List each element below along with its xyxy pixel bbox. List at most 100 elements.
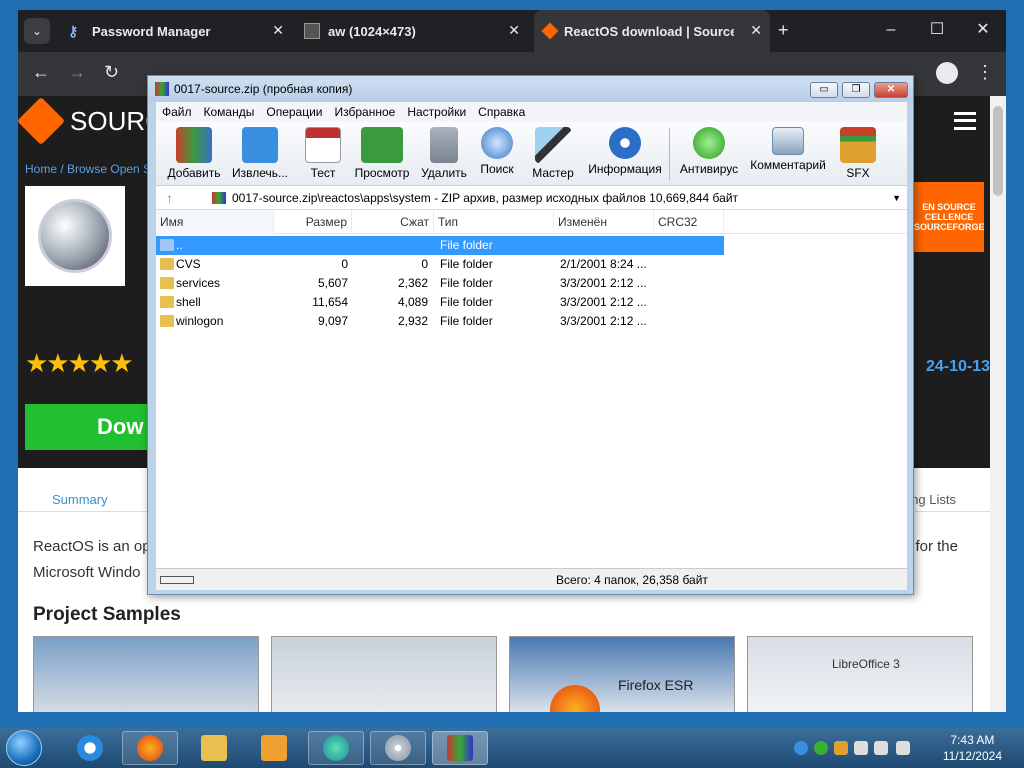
close-icon[interactable]: ✕ [508, 22, 520, 39]
tab-mailing-lists[interactable]: ng Lists [911, 492, 956, 507]
release-date: 24-10-13 [925, 358, 990, 375]
maximize-icon[interactable]: ☐ [914, 10, 960, 52]
sfx-button[interactable]: SFX [838, 124, 878, 184]
column-crc32[interactable]: CRC32 [654, 210, 724, 234]
close-icon[interactable]: ✕ [272, 22, 284, 39]
tray-flag-icon[interactable] [874, 741, 888, 755]
item-modified: 3/3/2001 2:12 ... [560, 314, 647, 328]
close-window-icon[interactable]: ✕ [960, 10, 1006, 52]
minimize-icon[interactable]: ▭ [810, 82, 838, 98]
winrar-titlebar[interactable]: 0017-source.zip (пробная копия) ▭ ❐ ✕ [148, 76, 913, 102]
delete-button[interactable]: Удалить [420, 124, 468, 184]
list-item[interactable]: shell 11,654 4,089 File folder 3/3/2001 … [156, 293, 724, 312]
menu-favorites[interactable]: Избранное [335, 105, 396, 119]
taskbar-winrar[interactable] [432, 731, 488, 765]
key-icon: ⚷ [68, 23, 79, 39]
system-tray: 7:43 AM 11/12/2024 [784, 728, 1024, 768]
tab-image[interactable]: aw (1024×473) ✕ [296, 10, 528, 52]
taskbar-firefox[interactable] [122, 731, 178, 765]
back-icon[interactable]: ← [32, 62, 50, 83]
scrollbar-thumb[interactable] [993, 106, 1003, 196]
column-type[interactable]: Тип [434, 210, 554, 234]
toolbar-separator [669, 128, 670, 180]
status-bar: Всего: 4 папок, 26,358 байт [156, 568, 907, 590]
hamburger-menu-icon[interactable] [954, 112, 976, 130]
menu-operations[interactable]: Операции [266, 105, 322, 119]
item-size: 9,097 [317, 314, 348, 328]
clock[interactable]: 7:43 AM 11/12/2024 [943, 732, 1002, 764]
taskbar-media-player[interactable] [246, 731, 302, 765]
close-icon[interactable]: ✕ [750, 22, 762, 39]
tray-volume-icon[interactable] [896, 741, 910, 755]
tray-devices-icon[interactable] [854, 741, 868, 755]
firefox-icon [137, 735, 163, 761]
column-size[interactable]: Размер [274, 210, 352, 234]
sourceforge-logo[interactable]: SOURC [18, 96, 164, 146]
taskbar: 7:43 AM 11/12/2024 [0, 728, 1024, 768]
menu-help[interactable]: Справка [478, 105, 525, 119]
extract-button[interactable]: Извлечь... [228, 124, 292, 184]
maximize-icon[interactable]: ❐ [842, 82, 870, 98]
item-size: 5,607 [317, 276, 348, 290]
download-button[interactable]: Dow [25, 404, 155, 450]
item-name: .. [176, 238, 183, 252]
column-packed[interactable]: Сжат [352, 210, 434, 234]
folder-icon [160, 296, 174, 308]
test-button[interactable]: Тест [300, 124, 346, 184]
list-item-parent[interactable]: .. File folder [156, 236, 724, 255]
minimize-icon[interactable]: – [868, 10, 914, 52]
menu-dots-icon[interactable]: ⋮ [976, 62, 994, 83]
antivirus-button[interactable]: Антивирус [678, 124, 740, 184]
tab-password-manager[interactable]: ⚷ Password Manager ✕ [60, 10, 292, 52]
tab-search-button[interactable]: ⌄ [24, 18, 50, 44]
tab-reactos-download[interactable]: ReactOS download | SourceFor ✕ [534, 10, 770, 52]
folder-up-icon [160, 239, 174, 251]
description-text: ReactOS is an op [33, 538, 151, 555]
edge-icon [323, 735, 349, 761]
wizard-button[interactable]: Мастер [528, 124, 578, 184]
profile-avatar-icon[interactable] [936, 62, 958, 84]
column-name[interactable]: Имя [156, 210, 274, 234]
up-folder-icon[interactable]: ↑ [166, 186, 173, 210]
menu-commands[interactable]: Команды [204, 105, 255, 119]
tab-summary[interactable]: Summary [52, 492, 108, 507]
sample-thumbnail[interactable]: LibreOffice 3 [747, 636, 973, 712]
page-scrollbar[interactable] [990, 96, 1006, 712]
description-text: Microsoft Windo [33, 564, 141, 581]
sample-thumbnail[interactable] [33, 636, 259, 712]
breadcrumb[interactable]: Home / Browse Open S [25, 162, 151, 176]
forward-icon[interactable]: → [68, 62, 86, 83]
wizard-wand-icon [535, 127, 571, 163]
start-button[interactable] [6, 730, 42, 766]
comment-button[interactable]: Комментарий [748, 124, 828, 184]
taskbar-ie[interactable] [62, 731, 118, 765]
tool-label: Поиск [480, 162, 514, 176]
clock-date: 11/12/2024 [942, 749, 1002, 763]
path-bar[interactable]: ↑ 0017-source.zip\reactos\apps\system - … [156, 186, 907, 210]
menu-file[interactable]: Файл [162, 105, 192, 119]
menu-settings[interactable]: Настройки [407, 105, 466, 119]
view-button[interactable]: Просмотр [352, 124, 412, 184]
list-item[interactable]: services 5,607 2,362 File folder 3/3/200… [156, 274, 724, 293]
add-button[interactable]: Добавить [164, 124, 224, 184]
reload-icon[interactable]: ↻ [104, 62, 119, 83]
disc-icon [385, 735, 411, 761]
item-name: shell [176, 295, 201, 309]
new-tab-button[interactable]: + [778, 20, 789, 41]
taskbar-explorer[interactable] [186, 731, 242, 765]
close-icon[interactable]: ✕ [874, 82, 908, 98]
trash-icon [430, 127, 458, 163]
tab-strip: ⌄ ⚷ Password Manager ✕ aw (1024×473) ✕ R… [18, 10, 1006, 52]
tray-network-icon[interactable] [814, 741, 828, 755]
tray-search-icon[interactable] [834, 741, 848, 755]
sample-thumbnail[interactable]: Firefox ESR [509, 636, 735, 712]
chevron-down-icon[interactable]: ▼ [892, 186, 901, 210]
info-button[interactable]: Информация [586, 124, 664, 184]
list-item[interactable]: CVS 0 0 File folder 2/1/2001 8:24 ... [156, 255, 724, 274]
taskbar-disc[interactable] [370, 731, 426, 765]
find-button[interactable]: Поиск [476, 124, 518, 184]
sample-thumbnail[interactable] [271, 636, 497, 712]
column-modified[interactable]: Изменён [554, 210, 654, 234]
tray-language-icon[interactable] [794, 741, 808, 755]
taskbar-edge[interactable] [308, 731, 364, 765]
